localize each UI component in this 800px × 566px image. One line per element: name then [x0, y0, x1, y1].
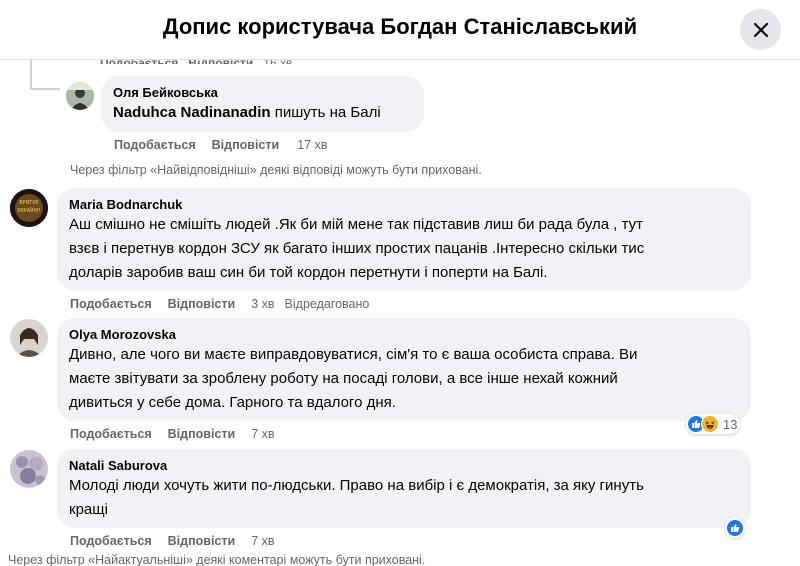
comment-text-line: дивиться у себе дома. Гарного та вдалого… [69, 394, 396, 411]
svg-text:УКРАЇНУ!: УКРАЇНУ! [17, 207, 40, 214]
mention-link[interactable]: Naduhca Nadinanadin [113, 104, 271, 121]
timestamp[interactable]: 7 хв [251, 427, 274, 441]
comment-text-line: Дивно, але чого ви маєте виправдовуватис… [69, 346, 638, 363]
haha-icon [701, 415, 719, 433]
user-photo-icon [10, 319, 48, 357]
comment-text-line: взєв і перетнув кордон ЗСУ як багато інш… [69, 240, 645, 257]
timestamp[interactable]: 3 хв [251, 297, 274, 311]
avatar[interactable]: ВРЯТУЄ УКРАЇНУ! [10, 189, 48, 227]
reply-action[interactable]: Відповісти [168, 427, 236, 441]
like-action[interactable]: Подобається [114, 138, 196, 152]
comment-author[interactable]: Olya Morozovska [69, 326, 739, 343]
timestamp[interactable]: 7 хв [251, 534, 274, 548]
user-photo-icon [66, 82, 94, 110]
reactions-summary[interactable]: 13 [686, 414, 741, 434]
comment-bubble: Natali Saburova Молоді люди хочуть жити … [57, 449, 751, 528]
comment-bubble: Olya Morozovska Дивно, але чого ви маєте… [57, 318, 751, 421]
like-action[interactable]: Подобається [70, 427, 152, 441]
filter-note: Через фільтр «Найактуальніші» деякі коме… [8, 553, 426, 566]
edited-label: Відредаговано [284, 297, 370, 311]
filter-note: Через фільтр «Найвідповідніші» деякі від… [70, 163, 482, 177]
comment-text-line: Молоді люди хочуть жити по-людськи. Прав… [69, 477, 644, 494]
comment-text-line: кращі [69, 501, 108, 518]
reaction-count: 13 [723, 416, 738, 432]
comment-author[interactable]: Maria Bodnarchuk [69, 196, 739, 213]
comment-actions: Подобається Відповісти 7 хв [70, 427, 275, 441]
like-action[interactable]: Подобається [70, 534, 152, 548]
comment-bubble: Maria Bodnarchuk Аш смішно не смішіть лю… [57, 188, 751, 291]
post-dialog-header: Допис користувача Богдан Станіславський [0, 0, 800, 60]
dialog-title: Допис користувача Богдан Станіславський [162, 14, 638, 39]
thread-line [30, 60, 32, 90]
comment-author[interactable]: Оля Бейковська [113, 84, 412, 101]
comment-text-line: Аш смішно не смішіть людей .Як би мій ме… [69, 216, 644, 233]
close-icon [753, 22, 768, 37]
comment-text-line: маєте звітувати за зроблену роботу на по… [69, 370, 618, 387]
avatar[interactable] [66, 82, 94, 110]
comment-author[interactable]: Natali Saburova [69, 457, 739, 474]
comment-actions: Подобається Відповісти 7 хв [70, 534, 275, 548]
user-photo-icon [10, 450, 48, 488]
comment-text: Naduhca Nadinanadin пишуть на Балі [113, 104, 381, 121]
reply-actions: Подобається Відповісти 17 хв [114, 138, 327, 152]
timestamp[interactable]: 17 хв [297, 138, 327, 152]
reply-action[interactable]: Відповісти [168, 297, 236, 311]
svg-text:ВРЯТУЄ: ВРЯТУЄ [19, 200, 39, 206]
like-action[interactable]: Подобається [70, 297, 152, 311]
close-button[interactable] [740, 9, 781, 50]
reply-action[interactable]: Відповісти [168, 534, 236, 548]
reply-action[interactable]: Відповісти [212, 138, 280, 152]
comment-text-line: доларів заробив ваш син би той кордон пе… [69, 264, 548, 281]
like-icon [726, 519, 744, 537]
reactions-summary[interactable] [725, 518, 745, 538]
avatar[interactable] [10, 319, 48, 357]
comment-actions: Подобається Відповісти 3 хв Відредагован… [70, 297, 369, 311]
reply-bubble: Оля Бейковська Naduhca Nadinanadin пишут… [101, 76, 424, 132]
thread-line-curve [30, 88, 60, 90]
user-photo-icon: ВРЯТУЄ УКРАЇНУ! [10, 189, 48, 227]
avatar[interactable] [10, 450, 48, 488]
